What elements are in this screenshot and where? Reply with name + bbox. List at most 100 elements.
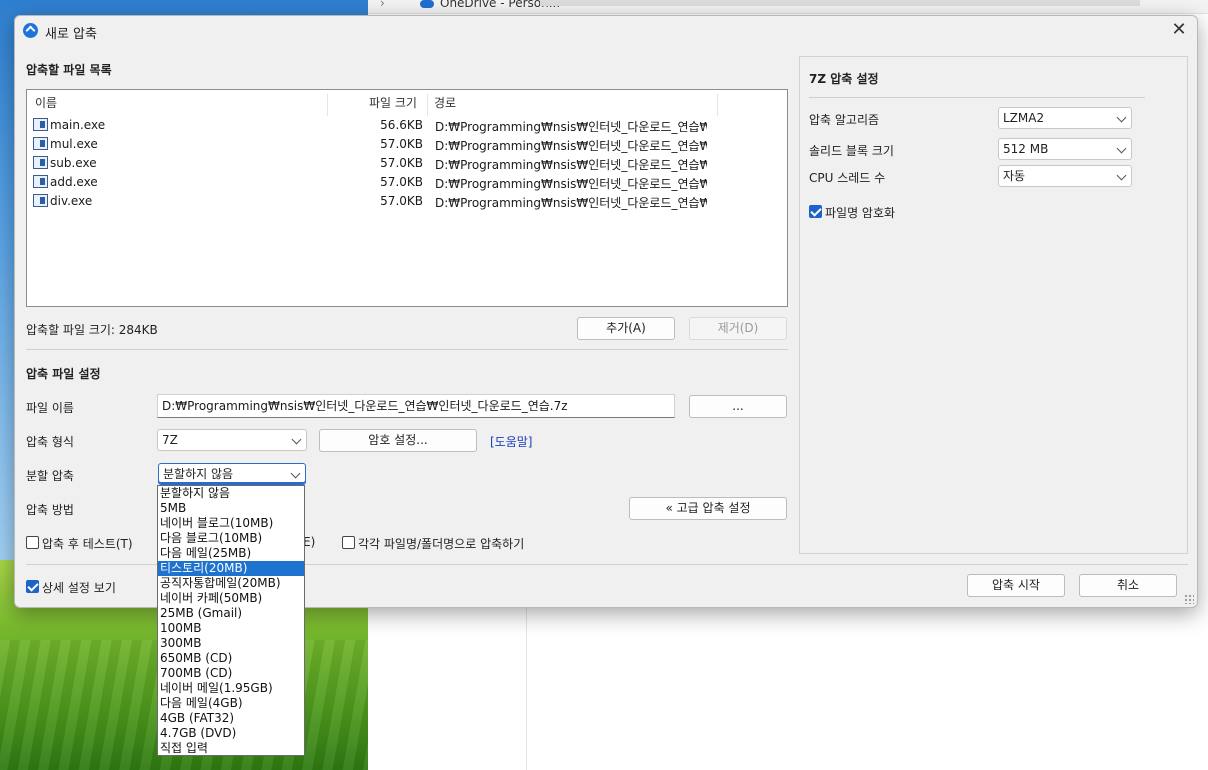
exe-file-icon [33, 118, 48, 131]
explorer-divider [526, 608, 527, 770]
column-divider[interactable] [427, 94, 428, 116]
exe-file-icon [33, 175, 48, 188]
format-value: 7Z [162, 433, 178, 447]
chevron-down-icon [1116, 170, 1127, 181]
file-path: D:₩Programming₩nsis₩인터넷_다운로드_연습₩s... [435, 158, 707, 172]
split-option-selected[interactable]: 티스토리(20MB) [158, 561, 304, 576]
file-path: D:₩Programming₩nsis₩인터넷_다운로드_연습₩... [435, 120, 707, 134]
file-name: add.exe [50, 175, 98, 189]
algorithm-select[interactable]: LZMA2 [998, 107, 1132, 129]
solid-block-value: 512 MB [1003, 142, 1049, 156]
dialog-title: 새로 압축 [45, 27, 97, 42]
encrypt-filenames-checkbox[interactable] [809, 205, 822, 218]
split-label: 분할 압축 [26, 469, 74, 483]
split-option[interactable]: 5MB [158, 501, 304, 516]
7z-settings-heading: 7Z 압축 설정 [809, 72, 879, 86]
remove-files-button[interactable]: 제거(D) [689, 317, 787, 340]
solid-block-label: 솔리드 블록 크기 [809, 144, 894, 158]
file-list[interactable]: 이름 파일 크기 경로 main.exe 56.6KB D:₩Programmi… [26, 89, 788, 307]
exe-file-icon [33, 156, 48, 169]
file-size: 56.6KB [380, 118, 423, 132]
format-label: 압축 형식 [26, 435, 74, 449]
file-name: mul.exe [50, 137, 98, 151]
detail-view-checkbox[interactable] [26, 580, 39, 593]
title-bar[interactable]: 새로 압축 ✕ [15, 16, 1197, 46]
file-list-header: 이름 파일 크기 경로 [27, 90, 787, 116]
settings-heading: 압축 파일 설정 [26, 367, 101, 381]
add-files-button[interactable]: 추가(A) [577, 317, 675, 340]
close-button[interactable]: ✕ [1165, 19, 1193, 43]
each-file-checkbox[interactable] [342, 536, 355, 549]
split-option[interactable]: 4.7GB (DVD) [158, 726, 304, 741]
split-option[interactable]: 650MB (CD) [158, 651, 304, 666]
file-row[interactable]: div.exe 57.0KB D:₩Programming₩nsis₩인터넷_다… [27, 192, 787, 211]
cloud-icon [420, 0, 434, 8]
column-divider[interactable] [327, 94, 328, 116]
chevron-down-icon [1116, 143, 1127, 154]
section-divider [26, 349, 788, 350]
split-option[interactable]: 다음 블로그(10MB) [158, 531, 304, 546]
split-option[interactable]: 분할하지 않음 [158, 486, 304, 501]
browse-button[interactable]: ... [689, 395, 787, 418]
test-after-checkbox[interactable] [26, 536, 39, 549]
file-size: 57.0KB [380, 194, 423, 208]
split-option[interactable]: 700MB (CD) [158, 666, 304, 681]
explorer-scrollbar[interactable] [540, 0, 1140, 6]
detail-view-label: 상세 설정 보기 [42, 581, 116, 595]
app-logo-icon [23, 23, 38, 38]
password-button[interactable]: 암호 설정... [319, 429, 477, 452]
chevron-down-icon [1116, 112, 1127, 123]
algorithm-value: LZMA2 [1003, 111, 1045, 125]
cancel-button[interactable]: 취소 [1079, 574, 1177, 597]
solid-block-select[interactable]: 512 MB [998, 138, 1132, 160]
algorithm-label: 압축 알고리즘 [809, 113, 880, 127]
split-option[interactable]: 100MB [158, 621, 304, 636]
cpu-threads-value: 자동 [1003, 169, 1026, 183]
file-name: div.exe [50, 194, 93, 208]
column-divider[interactable] [717, 94, 718, 116]
column-header-size[interactable]: 파일 크기 [369, 94, 417, 111]
split-option[interactable]: 4GB (FAT32) [158, 711, 304, 726]
file-path: D:₩Programming₩nsis₩인터넷_다운로드_연습₩a... [435, 177, 707, 191]
exe-file-icon [33, 137, 48, 150]
file-name: main.exe [50, 118, 106, 132]
split-option[interactable]: 네이버 블로그(10MB) [158, 516, 304, 531]
split-option[interactable]: 300MB [158, 636, 304, 651]
start-compress-button[interactable]: 압축 시작 [967, 574, 1065, 597]
7z-settings-panel: 7Z 압축 설정 압축 알고리즘 LZMA2 솔리드 블록 크기 512 MB … [799, 56, 1188, 554]
each-file-label: 각각 파일명/폴더명으로 압축하기 [358, 537, 525, 551]
filename-input[interactable]: D:₩Programming₩nsis₩인터넷_다운로드_연습₩인터넷_다운로드… [157, 394, 675, 418]
advanced-settings-button[interactable]: « 고급 압축 설정 [629, 497, 787, 520]
method-label: 압축 방법 [26, 503, 74, 517]
split-dropdown-list[interactable]: 분할하지 않음 5MB 네이버 블로그(10MB) 다음 블로그(10MB) 다… [157, 485, 305, 756]
split-option[interactable]: 공직자통합메일(20MB) [158, 576, 304, 591]
column-header-path[interactable]: 경로 [434, 94, 456, 111]
help-link[interactable]: [도움말] [490, 433, 532, 450]
encrypt-filenames-label: 파일명 암호화 [825, 206, 896, 220]
split-option[interactable]: 다음 메일(4GB) [158, 696, 304, 711]
cpu-threads-select[interactable]: 자동 [998, 165, 1132, 187]
file-size: 57.0KB [380, 175, 423, 189]
file-row[interactable]: add.exe 57.0KB D:₩Programming₩nsis₩인터넷_다… [27, 173, 787, 192]
chevron-down-icon [291, 434, 302, 445]
file-row[interactable]: mul.exe 57.0KB D:₩Programming₩nsis₩인터넷_다… [27, 135, 787, 154]
chevron-right-icon: › [380, 0, 385, 10]
file-size: 57.0KB [380, 156, 423, 170]
file-size: 57.0KB [380, 137, 423, 151]
split-value: 분할하지 않음 [163, 467, 234, 481]
file-row[interactable]: main.exe 56.6KB D:₩Programming₩nsis₩인터넷_… [27, 116, 787, 135]
split-option[interactable]: 다음 메일(25MB) [158, 546, 304, 561]
split-select[interactable]: 분할하지 않음 [158, 463, 306, 485]
file-name: sub.exe [50, 156, 97, 170]
split-option[interactable]: 네이버 메일(1.95GB) [158, 681, 304, 696]
file-path: D:₩Programming₩nsis₩인터넷_다운로드_연습₩... [435, 139, 707, 153]
split-option[interactable]: 직접 입력 [158, 741, 304, 756]
split-option[interactable]: 25MB (Gmail) [158, 606, 304, 621]
column-header-name[interactable]: 이름 [35, 94, 57, 111]
file-row[interactable]: sub.exe 57.0KB D:₩Programming₩nsis₩인터넷_다… [27, 154, 787, 173]
split-option[interactable]: 네이버 카페(50MB) [158, 591, 304, 606]
chevron-down-icon [290, 468, 301, 479]
test-after-label: 압축 후 테스트(T) [42, 537, 133, 551]
format-select[interactable]: 7Z [157, 429, 307, 451]
resize-grip-icon[interactable] [1184, 594, 1194, 604]
